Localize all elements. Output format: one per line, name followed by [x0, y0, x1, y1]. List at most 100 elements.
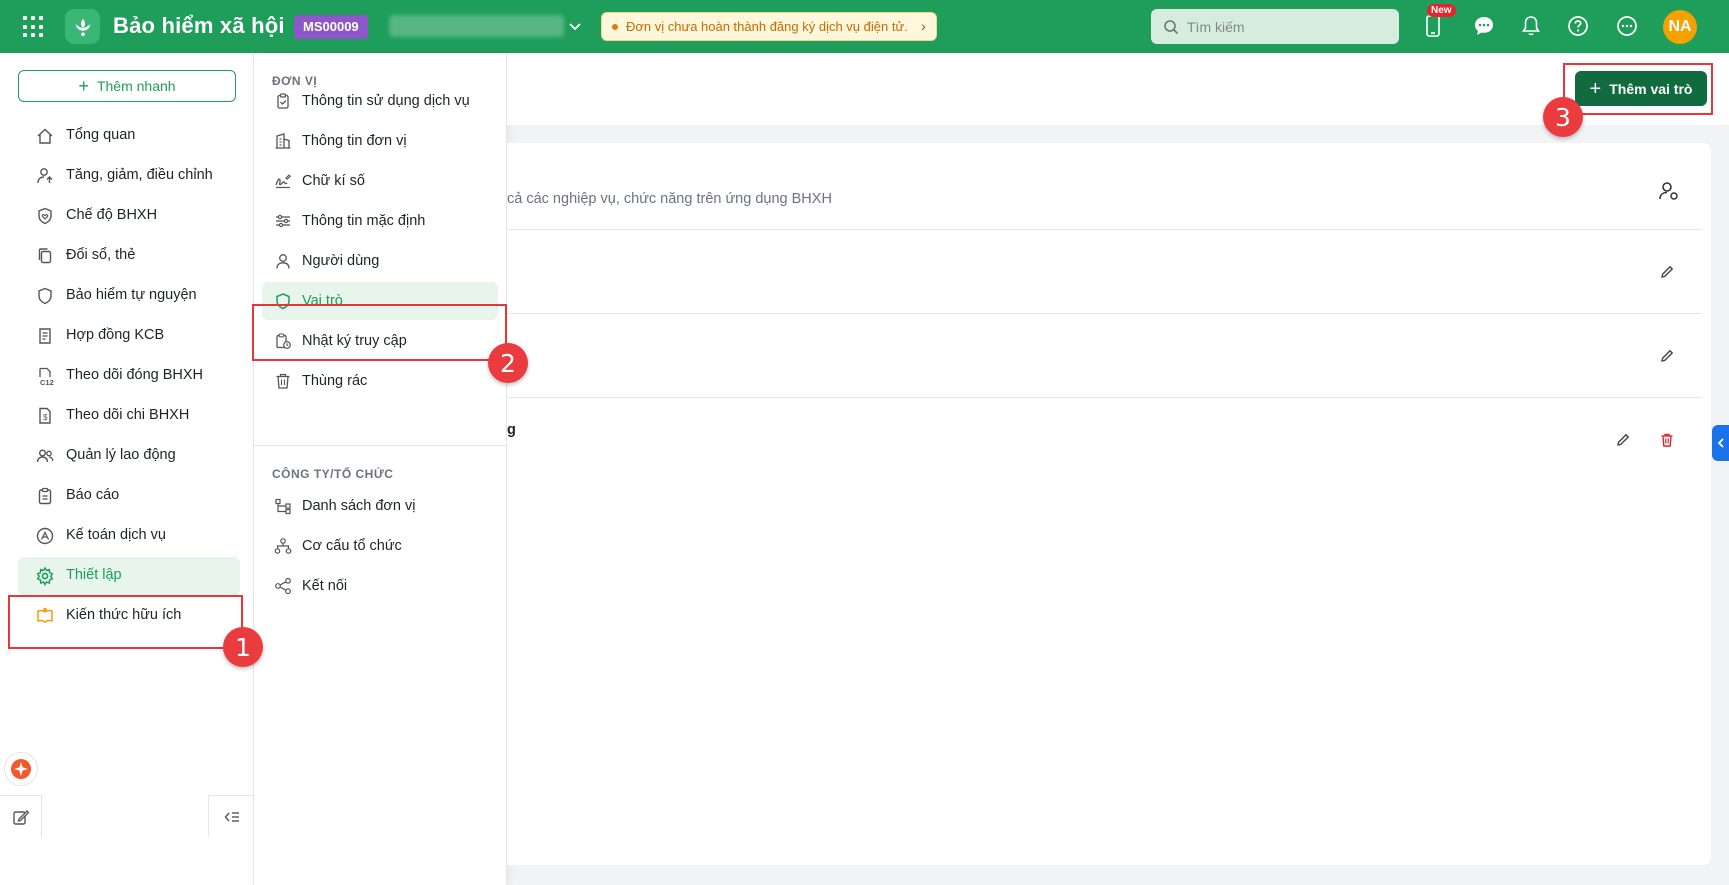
shield-icon [38, 287, 52, 305]
sidebar-item-label: Tổng quan [66, 127, 136, 143]
sidebar-item[interactable]: Báo cáo [18, 477, 240, 515]
users-icon [36, 449, 54, 463]
chevron-left-icon [1717, 438, 1724, 448]
collapse-sidebar-icon[interactable] [208, 795, 254, 837]
submenu-item[interactable]: Thùng rác [262, 362, 498, 400]
chat-icon[interactable] [1471, 13, 1497, 39]
sidebar-item-label: Tăng, giảm, điều chỉnh [66, 167, 213, 183]
sidebar-item[interactable]: Tổng quan [18, 117, 240, 155]
search-icon [1164, 20, 1179, 35]
submenu-item-label: Nhật ký truy cập [302, 333, 407, 349]
edit-note-icon[interactable] [0, 795, 42, 837]
sidebar-item-label: Đổi sổ, thẻ [66, 247, 136, 263]
sidebar-item[interactable]: Chế độ BHXH [18, 197, 240, 235]
sidebar-item[interactable]: C12 Theo dõi đóng BHXH [18, 357, 240, 395]
registration-warning[interactable]: Đơn vị chưa hoàn thành đăng ký dịch vụ đ… [601, 12, 937, 41]
submenu-item-label: Người dùng [302, 253, 380, 269]
clipboard-icon [38, 487, 52, 505]
ai-assistant-icon[interactable] [4, 752, 38, 786]
more-icon[interactable] [1614, 13, 1640, 39]
app-logo[interactable] [65, 9, 100, 44]
sidebar-item[interactable]: Hợp đồng KCB [18, 317, 240, 355]
step-marker-2: 2 [488, 343, 528, 383]
sidebar-item[interactable]: Đổi sổ, thẻ [18, 237, 240, 275]
submenu-item-label: Thùng rác [302, 373, 368, 389]
submenu-item[interactable]: Chữ kí số [262, 162, 498, 200]
sidebar-item[interactable]: Kế toán dịch vụ [18, 517, 240, 555]
org-code-badge: MS00009 [294, 15, 368, 39]
step-marker-3: 3 [1543, 97, 1583, 137]
submenu-item-label: Cơ cấu tổ chức [302, 538, 402, 554]
sidebar-item[interactable]: Kiến thức hữu ích [18, 597, 240, 635]
sidebar-item-label: Quản lý lao động [66, 447, 176, 463]
quick-add-button[interactable]: + Thêm nhanh [18, 70, 236, 102]
sidebar-item[interactable]: Thiết lập [18, 557, 240, 595]
roles-description: cả các nghiệp vụ, chức năng trên ứng dụn… [507, 191, 832, 207]
shield-heart-icon [38, 207, 52, 225]
sidebar-item[interactable]: Bảo hiểm tự nguyện [18, 277, 240, 315]
divider [254, 445, 507, 446]
warning-text: Đơn vị chưa hoàn thành đăng ký dịch vụ đ… [626, 19, 908, 34]
sidebar-item-label: Chế độ BHXH [66, 207, 158, 223]
submenu-item[interactable]: Kết nối [262, 567, 498, 605]
avatar[interactable]: NA [1663, 10, 1697, 44]
step-marker-1: 1 [223, 627, 263, 667]
accounting-icon [36, 527, 54, 545]
org-name-blurred[interactable] [389, 15, 564, 37]
submenu-item[interactable]: Thông tin sử dụng dịch vụ [262, 82, 498, 120]
submenu-item-label: Danh sách đơn vị [302, 498, 416, 514]
sidebar-item-label: Bảo hiểm tự nguyện [66, 287, 197, 303]
warning-dot-icon [612, 24, 618, 30]
hierarchy-icon [275, 498, 291, 515]
svg-text:C12: C12 [40, 378, 54, 386]
submenu-item[interactable]: Nhật ký truy cập [262, 322, 498, 360]
top-bar: Bảo hiểm xã hội MS00009 Đơn vị chưa hoàn… [0, 0, 1729, 53]
log-icon [276, 333, 291, 349]
edit-icon[interactable] [1613, 430, 1633, 450]
row-divider [507, 397, 1702, 398]
clipboard-check-icon [277, 93, 289, 109]
sidebar-item-label: Kiến thức hữu ích [66, 607, 182, 623]
apps-grid-icon[interactable] [23, 16, 45, 38]
book-icon [37, 607, 53, 623]
submenu-item[interactable]: Cơ cấu tổ chức [262, 527, 498, 565]
search-box[interactable] [1151, 9, 1399, 44]
plus-icon: + [78, 76, 89, 96]
user-settings-icon[interactable] [1657, 179, 1681, 203]
submenu-item[interactable]: Thông tin đơn vị [262, 122, 498, 160]
bell-icon[interactable] [1518, 13, 1544, 39]
user-icon [276, 254, 290, 269]
chevron-down-icon[interactable] [567, 18, 583, 34]
sidebar-item-label: Theo dõi đóng BHXH [66, 367, 204, 383]
building-icon [275, 133, 291, 149]
row-divider [507, 229, 1702, 230]
submenu-item[interactable]: Vai trò [262, 282, 498, 320]
sidebar-item[interactable]: Tăng, giảm, điều chỉnh [18, 157, 240, 195]
edit-icon[interactable] [1657, 346, 1677, 366]
new-badge: New [1427, 4, 1456, 17]
submenu-item[interactable]: Danh sách đơn vị [262, 487, 498, 525]
submenu-item[interactable]: Thông tin mặc định [262, 202, 498, 240]
chevron-right-icon: › [921, 18, 926, 34]
submenu-item-label: Chữ kí số [302, 173, 365, 189]
copy-icon [38, 248, 52, 264]
submenu-item-label: Thông tin mặc định [302, 213, 426, 229]
sidebar-item-label: Báo cáo [66, 487, 120, 503]
search-input[interactable] [1187, 16, 1387, 38]
expand-panel-tab[interactable] [1712, 425, 1729, 461]
edit-icon[interactable] [1657, 262, 1677, 282]
org-chart-icon [274, 538, 292, 554]
section-heading-company: CÔNG TY/TỔ CHỨC [272, 467, 394, 481]
plus-icon: + [1589, 77, 1602, 100]
settings-submenu: ĐƠN VỊ Thông tin sử dụng dịch vụ Thông ti… [254, 53, 507, 885]
sliders-icon [276, 214, 290, 228]
home-icon [37, 128, 53, 144]
role-name-fragment: g [507, 422, 516, 438]
delete-icon[interactable] [1657, 430, 1677, 450]
sidebar-item[interactable]: Quản lý lao động [18, 437, 240, 475]
help-icon[interactable] [1565, 13, 1591, 39]
sidebar-item[interactable]: $ Theo dõi chi BHXH [18, 397, 240, 435]
sidebar-item-label: Theo dõi chi BHXH [66, 407, 190, 423]
submenu-item[interactable]: Người dùng [262, 242, 498, 280]
add-role-button[interactable]: + Thêm vai trò [1575, 71, 1707, 106]
